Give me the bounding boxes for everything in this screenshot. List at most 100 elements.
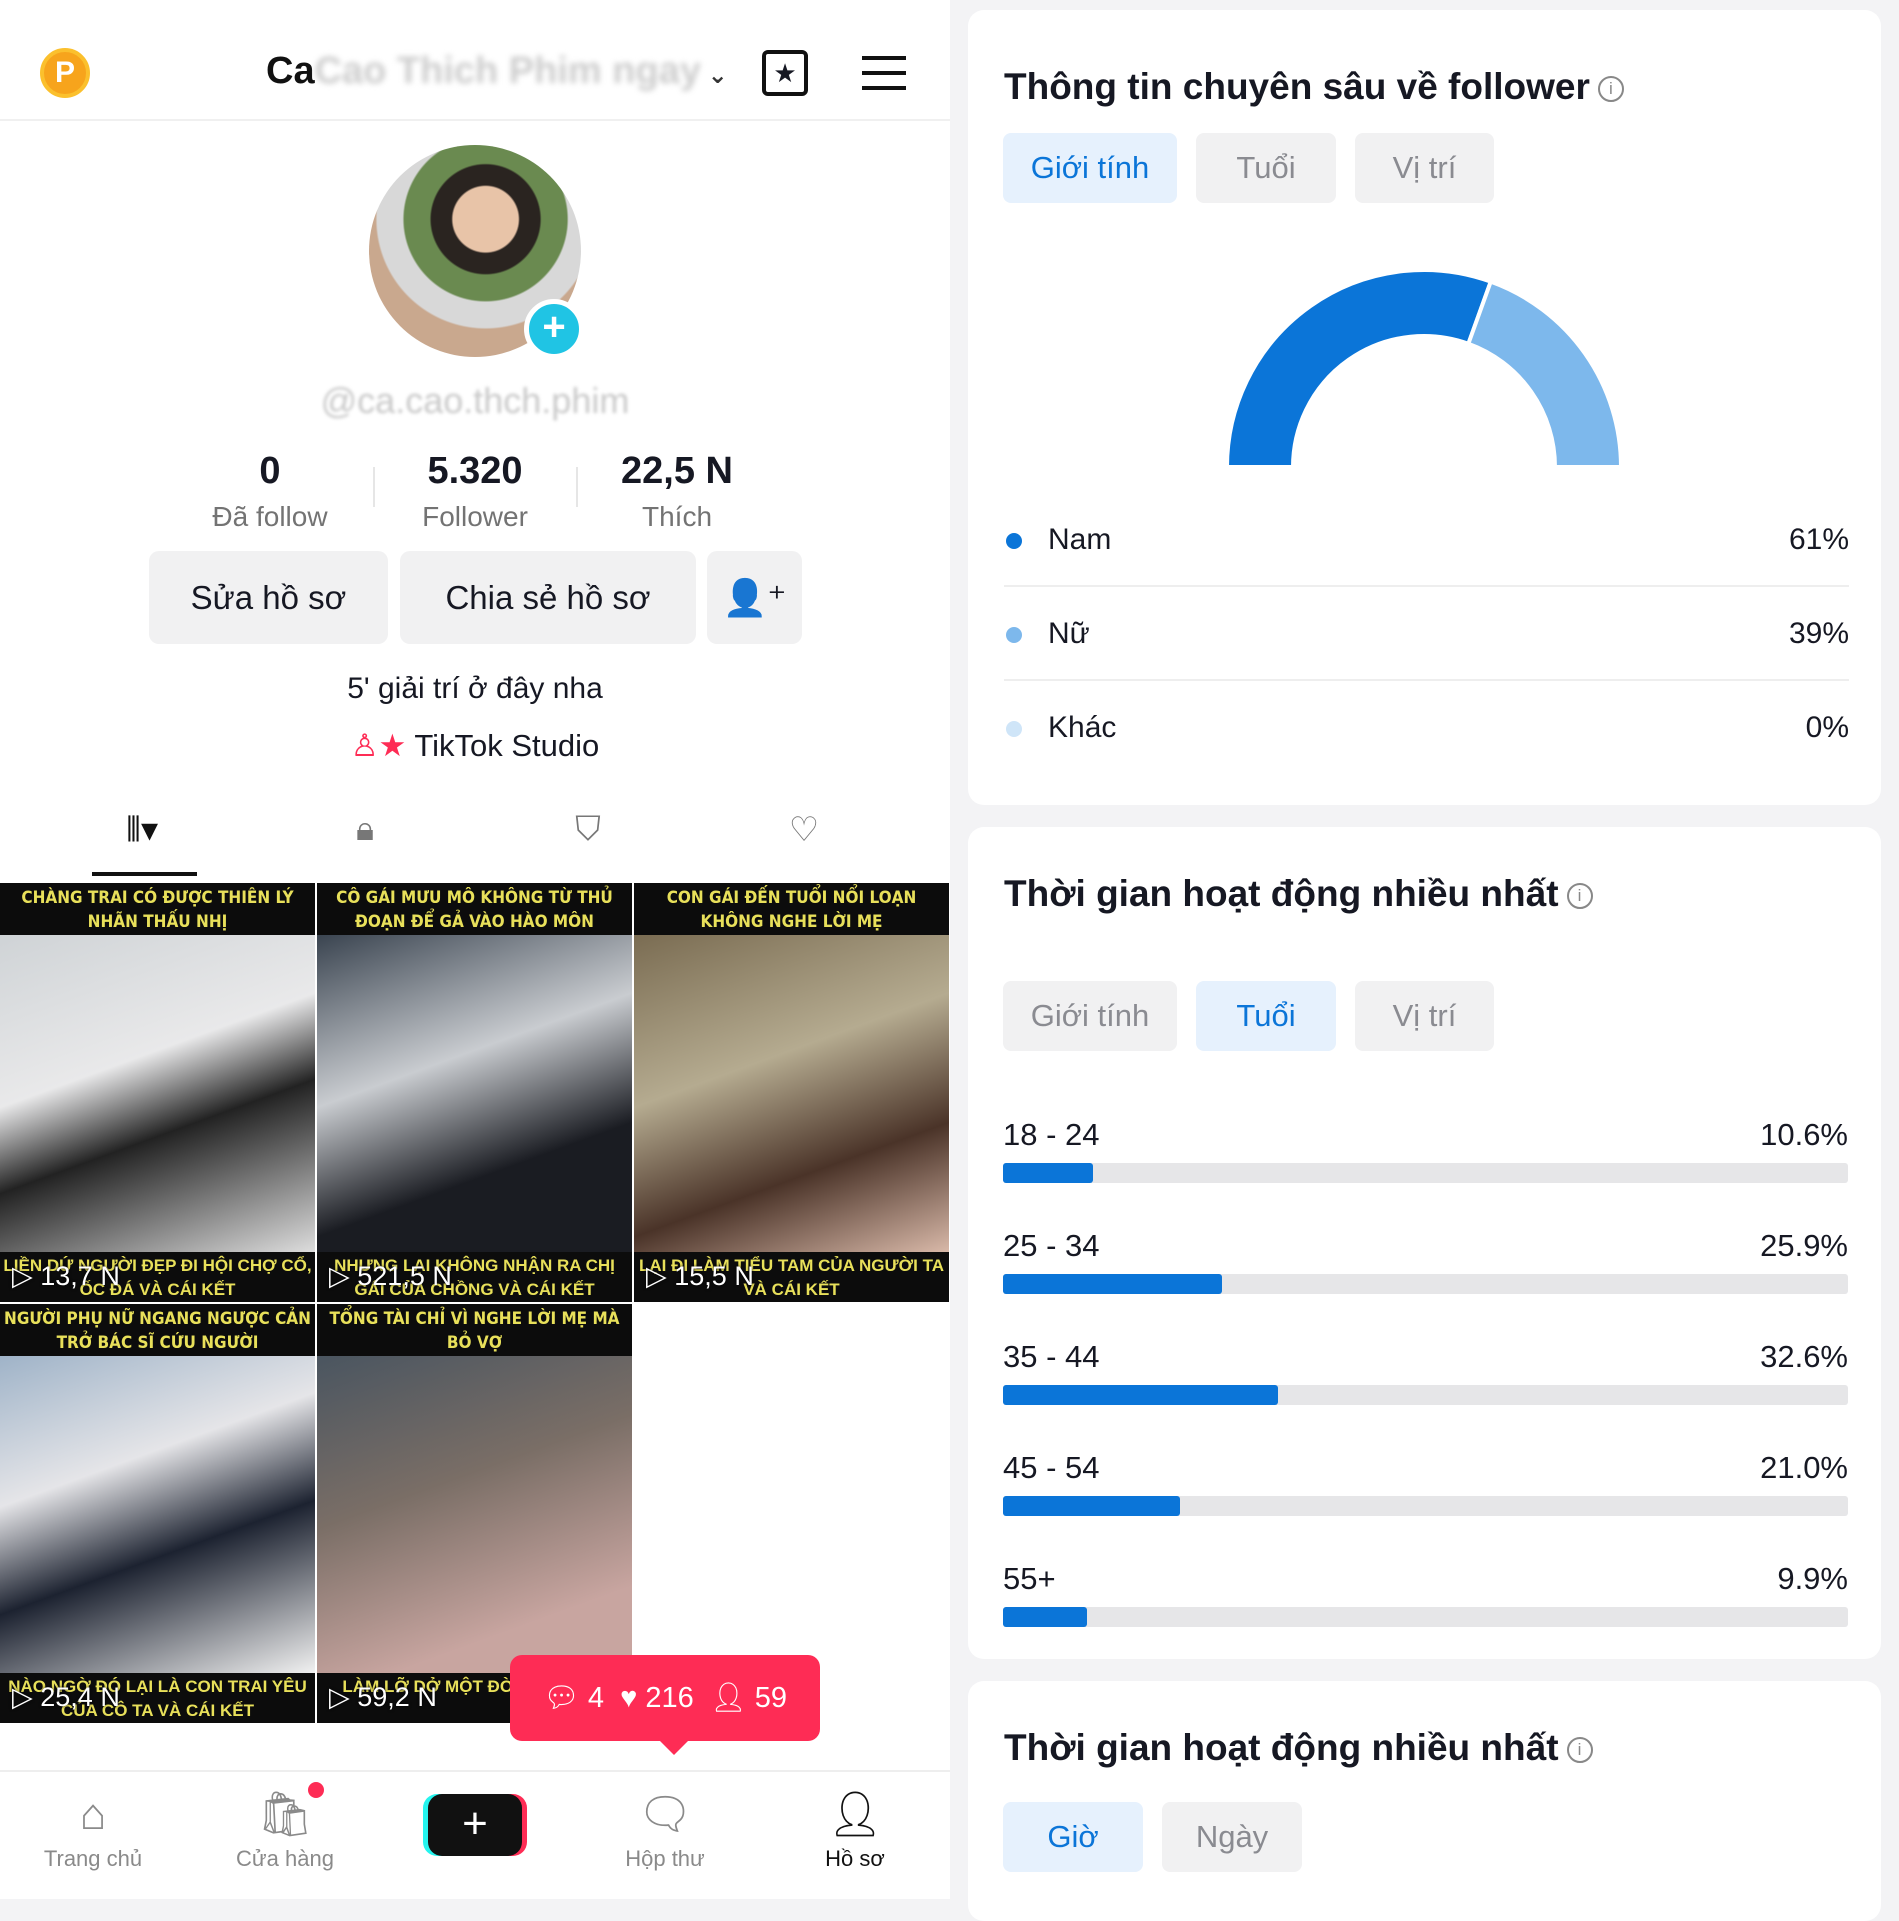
tab-gender[interactable]: Giới tính [1003,981,1177,1051]
tab-day[interactable]: Ngày [1162,1802,1302,1872]
age-percent: 9.9% [1777,1561,1848,1596]
stat-followers[interactable]: 5.320 Follower [375,450,575,533]
play-icon: ▷ [329,1261,358,1291]
stat-value: 22,5 N [621,450,733,492]
nav-inbox[interactable]: 🗨︎ Hộp thư [590,1784,740,1872]
shopping-bag-icon: 🛍︎ [257,1790,313,1839]
tab-reposts[interactable]: ⛉ [558,810,618,860]
add-avatar-button[interactable]: + [524,299,584,359]
tab-location[interactable]: Vị trí [1355,981,1494,1051]
tab-hour[interactable]: Giờ [1003,1802,1143,1872]
gender-donut-chart [1224,268,1624,469]
edit-profile-button[interactable]: Sửa hồ sơ [149,551,388,644]
age-label: 35 - 44 [1003,1339,1100,1374]
stat-value: 5.320 [427,450,523,492]
bar-fill [1003,1496,1181,1516]
calendar-star-icon[interactable]: ★ [762,50,808,96]
account-switcher[interactable]: CaCao Thich Phim ngay ⌄ [266,50,728,93]
activity-time-card: Thời gian hoạt động nhiều nhất i Giờ Ngày [968,1681,1881,1921]
donut-slice-nữ [1465,279,1624,469]
info-icon[interactable]: i [1566,1737,1593,1764]
tab-age[interactable]: Tuổi [1196,133,1336,203]
legend-row-male: Nam 61% [1004,493,1849,587]
video-tile[interactable]: CON GÁI ĐẾN TUỔI NỔI LOẠN KHÔNG NGHE LỜI… [634,883,949,1302]
video-caption-top: CÔ GÁI MƯU MÔ KHÔNG TỪ THỦ ĐOẠN ĐỂ GẢ VÀ… [317,883,632,935]
bar-track [1003,1496,1848,1516]
bar-fill [1003,1607,1087,1627]
share-profile-button[interactable]: Chia sẻ hồ sơ [400,551,696,644]
tab-private[interactable]: 🔒︎ [335,810,395,860]
info-icon[interactable]: i [1597,76,1624,103]
age-bar-row: 18 - 24 10.6% [1003,1117,1848,1228]
inbox-icon: 🗨︎ [637,1790,693,1839]
stat-likes[interactable]: 22,5 N Thích [577,450,777,533]
stat-label: Follower [422,501,528,532]
stat-following[interactable]: 0 Đã follow [170,450,370,533]
profile-icon: 👤︎ [827,1790,883,1839]
card-title: Thời gian hoạt động nhiều nhất i [1004,1727,1593,1769]
notification-popup[interactable]: 💬︎ 4 ♥ 216 👤︎ 59 [510,1655,820,1755]
tab-indicator [92,872,197,876]
create-button[interactable]: + [428,1794,522,1856]
activity-age-card: Thời gian hoạt động nhiều nhất i Giới tín… [968,827,1881,1659]
legend-row-other: Khác 0% [1004,681,1849,775]
studio-label: TikTok Studio [414,728,600,763]
age-bar-row: 25 - 34 25.9% [1003,1228,1848,1339]
view-count: ▷ 15,5 N [646,1261,754,1291]
tab-videos[interactable]: ⦀▾ [112,810,172,860]
video-thumbnail [0,1356,315,1673]
nav-shop[interactable]: 🛍︎ Cửa hàng [210,1782,360,1872]
home-icon: ⌂ [79,1790,107,1839]
notification-dot [308,1782,324,1798]
tab-age[interactable]: Tuổi [1196,981,1336,1051]
video-tile[interactable]: CÔ GÁI MƯU MÔ KHÔNG TỪ THỦ ĐOẠN ĐỂ GẢ VÀ… [317,883,632,1302]
coin-icon[interactable]: P [40,48,90,98]
age-label: 25 - 34 [1003,1228,1100,1263]
bar-track [1003,1274,1848,1294]
account-name-blurred: Cao Thich Phim ngay [314,50,701,92]
legend-dot [1006,721,1022,737]
age-label: 55+ [1003,1561,1056,1596]
add-friend-button[interactable]: 👤⁺ [707,551,802,644]
video-caption-top: CHÀNG TRAI CÓ ĐƯỢC THIÊN LÝ NHÃN THẤU NH… [0,883,315,935]
nav-profile[interactable]: 👤︎ Hồ sơ [780,1784,930,1872]
info-icon[interactable]: i [1566,883,1593,910]
age-bar-row: 35 - 44 32.6% [1003,1339,1848,1450]
legend-dot [1006,627,1022,643]
profile-panel: P CaCao Thich Phim ngay ⌄ ★ + @ca.cao.th… [0,0,950,1899]
video-tile[interactable]: NGƯỜI PHỤ NỮ NGANG NGƯỢC CẢN TRỞ BÁC SĨ … [0,1304,315,1723]
bio: 5' giải trí ở đây nha [347,672,603,705]
account-name: Ca [266,50,315,92]
bar-fill [1003,1274,1222,1294]
stat-label: Thích [641,501,713,532]
nav-label: Trang chủ [43,1846,143,1871]
card-title: Thông tin chuyên sâu về follower i [1004,66,1624,108]
comment-count: 4 [587,1682,604,1714]
bar-fill [1003,1163,1093,1183]
view-count: ▷ 25,4 N [12,1682,120,1712]
lock-icon: 🔒︎ [355,810,375,848]
video-caption-top: TỔNG TÀI CHỈ VÌ NGHE LỜI MẸ MÀ BỎ VỢ [317,1304,632,1356]
tab-liked[interactable]: ♡ [774,810,834,860]
nav-home[interactable]: ⌂ Trang chủ [18,1784,168,1872]
video-thumbnail [0,935,315,1252]
legend-dot [1006,533,1022,549]
stat-value: 0 [259,450,281,492]
stat-label: Đã follow [212,501,328,532]
heart-icon: ♥ [620,1682,638,1714]
view-count: ▷ 59,2 N [329,1682,437,1712]
video-caption-top: NGƯỜI PHỤ NỮ NGANG NGƯỢC CẢN TRỞ BÁC SĨ … [0,1304,315,1356]
age-percent: 21.0% [1760,1450,1848,1485]
nav-label: Cửa hàng [236,1846,334,1871]
play-icon: ▷ [329,1682,358,1712]
tab-location[interactable]: Vị trí [1355,133,1494,203]
tab-gender[interactable]: Giới tính [1003,133,1177,203]
menu-icon[interactable] [862,56,906,90]
bar-fill [1003,1385,1279,1405]
nav-label: Hộp thư [625,1846,705,1871]
tiktok-studio-link[interactable]: ♙★ TikTok Studio [0,728,950,764]
video-thumbnail [317,1356,632,1673]
video-tile[interactable]: CHÀNG TRAI CÓ ĐƯỢC THIÊN LÝ NHÃN THẤU NH… [0,883,315,1302]
video-thumbnail [634,935,949,1252]
age-label: 45 - 54 [1003,1450,1100,1485]
